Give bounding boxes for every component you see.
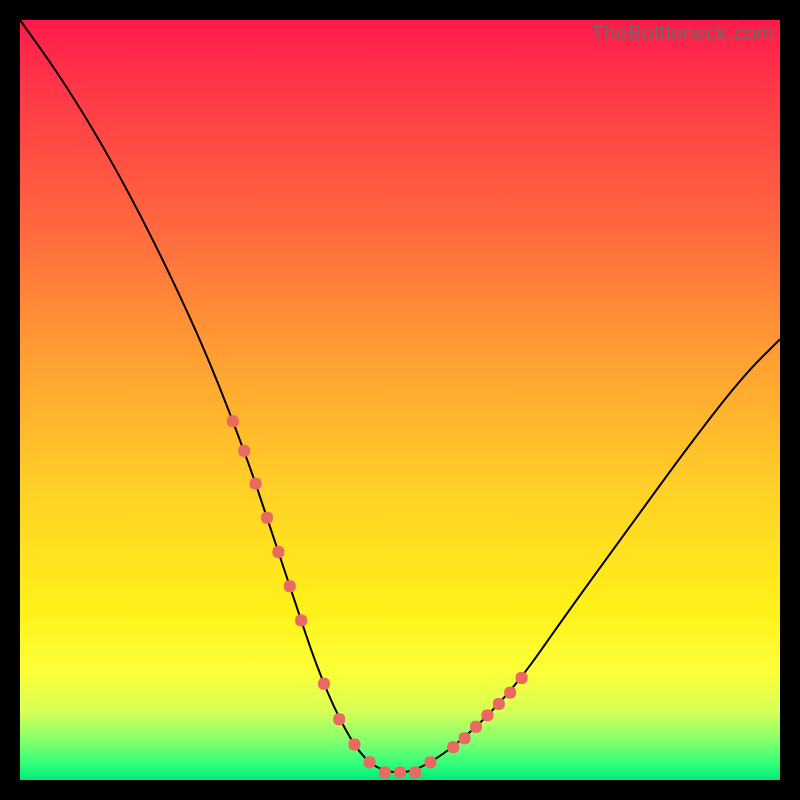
marker-dot: [379, 766, 391, 778]
chart-svg: [20, 20, 780, 780]
marker-dot: [284, 580, 296, 592]
chart-frame: TheBottleneck.com: [20, 20, 780, 780]
marker-dot: [227, 415, 239, 427]
marker-dot: [481, 709, 493, 721]
marker-dot: [424, 756, 436, 768]
marker-dot: [364, 756, 376, 768]
marker-dot: [272, 546, 284, 558]
curve-markers: [227, 415, 528, 778]
marker-dot: [459, 732, 471, 744]
marker-dot: [318, 678, 330, 690]
marker-dot: [238, 445, 250, 457]
marker-dot: [333, 713, 345, 725]
marker-dot: [261, 512, 273, 524]
marker-dot: [504, 687, 516, 699]
watermark-text: TheBottleneck.com: [591, 22, 774, 46]
marker-dot: [493, 698, 505, 710]
marker-dot: [394, 766, 406, 778]
marker-dot: [409, 766, 421, 778]
marker-dot: [295, 614, 307, 626]
bottleneck-curve: [20, 20, 780, 772]
marker-dot: [348, 739, 360, 751]
marker-dot: [470, 721, 482, 733]
marker-dot: [516, 672, 528, 684]
marker-dot: [250, 478, 262, 490]
marker-dot: [447, 741, 459, 753]
